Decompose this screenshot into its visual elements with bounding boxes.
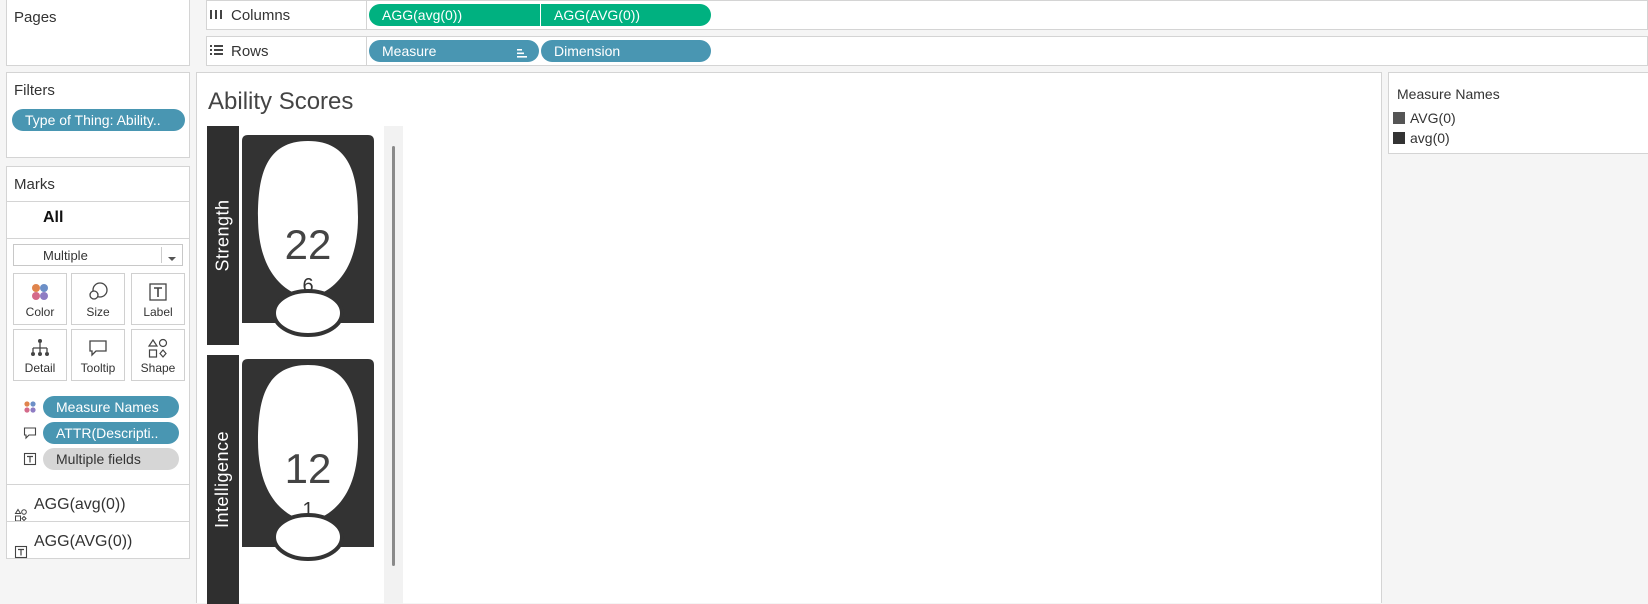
rows-divider xyxy=(366,37,367,65)
marks-title: Marks xyxy=(14,176,55,193)
marks-measure-label-avg-upper: AGG(AVG(0)) xyxy=(34,533,133,550)
ability-card-strength[interactable]: 22 6 xyxy=(242,135,374,345)
row-header-intelligence-label: Intelligence xyxy=(212,430,233,529)
legend-title: Measure Names xyxy=(1397,86,1500,102)
label-button-label: Label xyxy=(143,305,173,319)
viz-scrollbar-track[interactable] xyxy=(384,126,403,604)
tooltip-icon xyxy=(72,337,124,359)
label-small-icon xyxy=(14,535,28,559)
viz-title: Ability Scores xyxy=(208,88,354,115)
columns-pill-avg-upper[interactable]: AGG(AVG(0)) xyxy=(541,4,711,26)
viz-scrollbar-thumb[interactable] xyxy=(392,146,395,566)
columns-divider xyxy=(366,1,367,29)
mark-type-dropdown[interactable]: Multiple xyxy=(13,244,183,266)
ability-card-intelligence[interactable]: 12 1 xyxy=(242,359,374,569)
shape-button[interactable]: Shape xyxy=(131,329,185,381)
marks-divider-2 xyxy=(7,238,189,239)
size-icon xyxy=(72,281,124,303)
rows-shelf[interactable]: Rows Measure Dimension xyxy=(206,36,1648,66)
encoding-label-icon xyxy=(23,452,37,466)
rows-icon xyxy=(207,41,225,59)
marks-measure-row-avg-upper[interactable]: AGG(AVG(0)) xyxy=(7,521,189,562)
detail-button[interactable]: Detail xyxy=(13,329,67,381)
legend-swatch-avg-upper xyxy=(1393,112,1405,124)
color-button[interactable]: Color xyxy=(13,273,67,325)
size-button[interactable]: Size xyxy=(71,273,125,325)
legend-swatch-avg-lower xyxy=(1393,132,1405,144)
encoding-pill-attr-description[interactable]: ATTR(Descripti.. xyxy=(43,422,179,444)
rows-pill-measure-label: Measure xyxy=(382,43,437,59)
marks-card: Marks All Multiple Color Size Label Deta… xyxy=(6,166,190,559)
columns-pill-avg-lower[interactable]: AGG(avg(0)) xyxy=(369,4,540,26)
chevron-down-icon xyxy=(167,251,177,261)
row-header-strength-label: Strength xyxy=(212,199,233,272)
label-button[interactable]: Label xyxy=(131,273,185,325)
shape-icon xyxy=(132,337,184,359)
dropdown-divider xyxy=(161,247,162,263)
encoding-color-icon xyxy=(23,400,37,414)
size-button-label: Size xyxy=(86,305,110,319)
pages-card: Pages xyxy=(6,0,190,66)
columns-icon xyxy=(207,5,225,23)
legend-item-avg-upper[interactable]: AVG(0) xyxy=(1393,110,1456,126)
marks-measure-label-avg-lower: AGG(avg(0)) xyxy=(34,496,126,513)
filter-pill-type-of-thing[interactable]: Type of Thing: Ability.. xyxy=(12,109,185,131)
legend-item-avg-upper-label: AVG(0) xyxy=(1410,110,1456,126)
marks-measure-row-avg-lower[interactable]: AGG(avg(0)) xyxy=(7,484,189,525)
legend-card: Measure Names AVG(0) avg(0) xyxy=(1388,72,1648,154)
viz-area: Ability Scores Strength 22 6 Intelligenc… xyxy=(196,72,1382,604)
mark-type-value: Multiple xyxy=(43,248,88,263)
detail-icon xyxy=(14,337,66,359)
encoding-tooltip-icon xyxy=(23,426,37,440)
rows-pill-dimension[interactable]: Dimension xyxy=(541,40,711,62)
detail-button-label: Detail xyxy=(24,361,56,375)
label-icon xyxy=(132,281,184,303)
sort-icon xyxy=(515,44,529,58)
tooltip-button[interactable]: Tooltip xyxy=(71,329,125,381)
modifier-value-strength: 6 xyxy=(302,275,314,297)
pages-title: Pages xyxy=(14,9,57,26)
modifier-value-intelligence: 1 xyxy=(302,499,314,521)
row-header-strength[interactable]: Strength xyxy=(207,126,239,345)
color-button-label: Color xyxy=(25,305,55,319)
columns-label: Columns xyxy=(231,7,291,24)
legend-item-avg-lower-label: avg(0) xyxy=(1410,130,1450,146)
shape-button-label: Shape xyxy=(140,361,176,375)
columns-shelf[interactable]: Columns AGG(avg(0)) AGG(AVG(0)) xyxy=(206,0,1648,30)
rows-pill-measure[interactable]: Measure xyxy=(369,40,539,62)
row-header-intelligence[interactable]: Intelligence xyxy=(207,355,239,604)
filters-title: Filters xyxy=(14,82,55,99)
score-value-strength: 22 xyxy=(284,221,332,268)
tooltip-button-label: Tooltip xyxy=(80,361,116,375)
color-icon xyxy=(14,281,66,303)
score-value-intelligence: 12 xyxy=(284,445,332,492)
marks-all-tab[interactable]: All xyxy=(43,209,63,227)
encoding-pill-multiple-fields[interactable]: Multiple fields xyxy=(43,448,179,470)
shape-small-icon xyxy=(14,498,28,522)
filters-card: Filters Type of Thing: Ability.. xyxy=(6,72,190,158)
encoding-pill-measure-names[interactable]: Measure Names xyxy=(43,396,179,418)
legend-item-avg-lower[interactable]: avg(0) xyxy=(1393,130,1450,146)
rows-label: Rows xyxy=(231,43,269,60)
marks-divider-top xyxy=(7,201,189,202)
